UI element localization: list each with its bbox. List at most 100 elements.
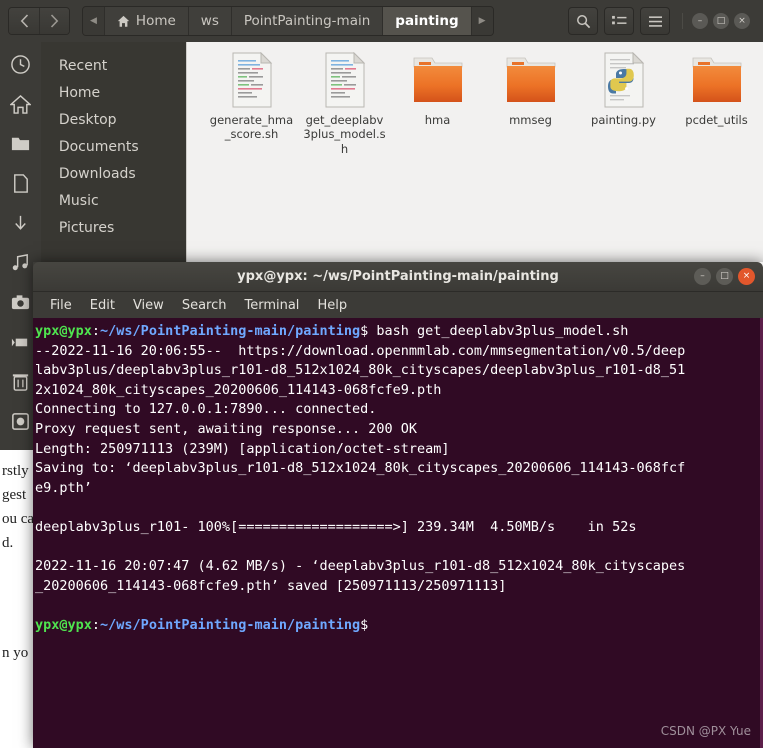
view-options-button[interactable] (604, 7, 634, 35)
sidebar-item-label: Documents (58, 138, 139, 155)
menu-item-edit[interactable]: Edit (81, 298, 124, 313)
close-button[interactable]: × (738, 268, 755, 285)
menu-item-terminal[interactable]: Terminal (235, 298, 308, 313)
home-icon[interactable] (6, 94, 34, 116)
sidebar-item-music[interactable]: Music (41, 187, 186, 214)
menu-item-file[interactable]: File (41, 298, 81, 313)
terminal-line: Connecting to 127.0.0.1:7890... connecte… (35, 401, 377, 418)
terminal-window: ypx@ypx: ~/ws/PointPainting-main/paintin… (33, 262, 763, 748)
close-glyph: × (738, 15, 746, 26)
file-item[interactable]: get_deeplabv3plus_model.sh (298, 52, 391, 156)
file-manager-window-controls: – □ × (682, 13, 755, 29)
sidebar-item-label: Recent (58, 57, 108, 74)
sidebar-item-recent[interactable]: Recent (41, 52, 186, 79)
sidebar-item-label: Music (58, 192, 99, 209)
breadcrumb-label: Home (135, 13, 176, 29)
terminal-line-prompt: ypx@ypx:~/ws/PointPainting-main/painting… (34, 616, 763, 636)
python-file-icon (604, 52, 644, 108)
menu-item-search[interactable]: Search (173, 298, 236, 313)
clock-icon[interactable] (6, 54, 34, 76)
menu-item-help[interactable]: Help (308, 298, 356, 313)
folder-icon[interactable] (6, 133, 34, 155)
sidebar-item-pictures[interactable]: Pictures (41, 214, 186, 241)
minimize-button[interactable]: – (694, 268, 711, 285)
app-icon[interactable] (6, 410, 34, 432)
music-icon[interactable] (6, 252, 34, 274)
file-item[interactable]: hma (391, 52, 484, 156)
breadcrumb-scroll-left[interactable]: ◀ (83, 7, 105, 35)
file-name: generate_hma_score.sh (209, 113, 294, 142)
file-item[interactable]: painting.py (577, 52, 670, 156)
breadcrumb-item-ws[interactable]: ws (188, 7, 232, 35)
headerbar-actions: – □ × (568, 7, 763, 35)
sidebar-item-label: Home (58, 84, 101, 101)
terminal-screen[interactable]: ypx@ypx:~/ws/PointPainting-main/painting… (33, 318, 763, 748)
breadcrumb-item-painting[interactable]: painting (383, 7, 472, 35)
breadcrumb-item-pointpainting-main[interactable]: PointPainting-main (231, 7, 384, 35)
prompt-colon: : (91, 616, 101, 633)
chevron-left-icon (20, 14, 28, 28)
prompt-path: ~/ws/PointPainting-main/painting (100, 616, 361, 633)
download-icon[interactable] (6, 212, 34, 234)
prompt-user: ypx@ypx (35, 323, 92, 339)
breadcrumb-scroll-right[interactable]: ▶ (471, 7, 493, 35)
menu-item-view[interactable]: View (124, 298, 173, 313)
maximize-button[interactable]: □ (713, 13, 729, 29)
terminal-line: labv3plus/deeplabv3plus_r101-d8_512x1024… (35, 362, 686, 379)
terminal-line: e9.pth’ (35, 479, 92, 496)
folder-icon (413, 57, 462, 102)
sidebar-item-label: Downloads (58, 165, 136, 182)
search-icon (576, 14, 590, 28)
sidebar-item-desktop[interactable]: Desktop (41, 106, 186, 133)
folder-icon (692, 57, 741, 102)
sidebar-item-downloads[interactable]: Downloads (41, 160, 186, 187)
document-icon[interactable] (6, 173, 34, 195)
bg-fragment: d. (2, 535, 14, 551)
trash-icon[interactable] (6, 371, 34, 393)
terminal-line: Proxy request sent, awaiting response...… (35, 420, 418, 437)
maximize-glyph: □ (716, 15, 726, 26)
breadcrumb-label: ws (200, 13, 219, 29)
file-item[interactable]: generate_hma_score.sh (205, 52, 298, 156)
view-options-icon (611, 15, 626, 24)
terminal-titlebar[interactable]: ypx@ypx: ~/ws/PointPainting-main/paintin… (33, 262, 763, 292)
maximize-button[interactable]: □ (716, 268, 733, 285)
terminal-line: 2022-11-16 20:07:47 (4.62 MB/s) - ‘deepl… (35, 558, 686, 575)
icon-grid: generate_hma_score.sh get_deeplabv3plus_… (187, 42, 763, 156)
sidebar-item-documents[interactable]: Documents (41, 133, 186, 160)
file-name: get_deeplabv3plus_model.sh (303, 113, 386, 156)
video-icon[interactable] (6, 331, 34, 353)
file-manager-headerbar: ◀ Home ws PointPainting-main painting ▶ (0, 0, 763, 42)
bg-fragment: ou ca (2, 511, 35, 527)
terminal-line: ypx@ypx:~/ws/PointPainting-main/painting… (34, 322, 763, 342)
navigation-buttons (8, 7, 70, 35)
home-icon (117, 15, 130, 28)
terminal-line: Length: 250971113 (239M) [application/oc… (35, 440, 450, 457)
forward-button[interactable] (39, 8, 69, 34)
search-button[interactable] (568, 7, 598, 35)
close-button[interactable]: × (734, 13, 750, 29)
back-button[interactable] (9, 8, 39, 34)
hamburger-icon (648, 15, 662, 27)
terminal-line: Saving to: ‘deeplabv3plus_r101-d8_512x10… (35, 460, 686, 477)
file-name: hma (424, 113, 451, 127)
sidebar-item-label: Pictures (58, 219, 115, 236)
file-item[interactable]: mmseg (484, 52, 577, 156)
bg-fragment: n yo (2, 645, 29, 661)
breadcrumb-item-home[interactable]: Home (104, 7, 189, 35)
camera-icon[interactable] (6, 292, 34, 314)
watermark: CSDN @PX Yue (660, 724, 751, 739)
maximize-glyph: □ (720, 271, 729, 281)
chevron-right-icon (50, 14, 59, 28)
terminal-title: ypx@ypx: ~/ws/PointPainting-main/paintin… (237, 269, 559, 284)
minimize-button[interactable]: – (692, 13, 708, 29)
sidebar-item-home[interactable]: Home (41, 79, 186, 106)
bg-fragment: gest (2, 487, 27, 503)
terminal-line: 2x1024_80k_cityscapes_20200606_114143-06… (35, 381, 442, 398)
file-item[interactable]: pcdet_utils (670, 52, 763, 156)
menu-button[interactable] (640, 7, 670, 35)
script-file-icon (232, 52, 272, 108)
